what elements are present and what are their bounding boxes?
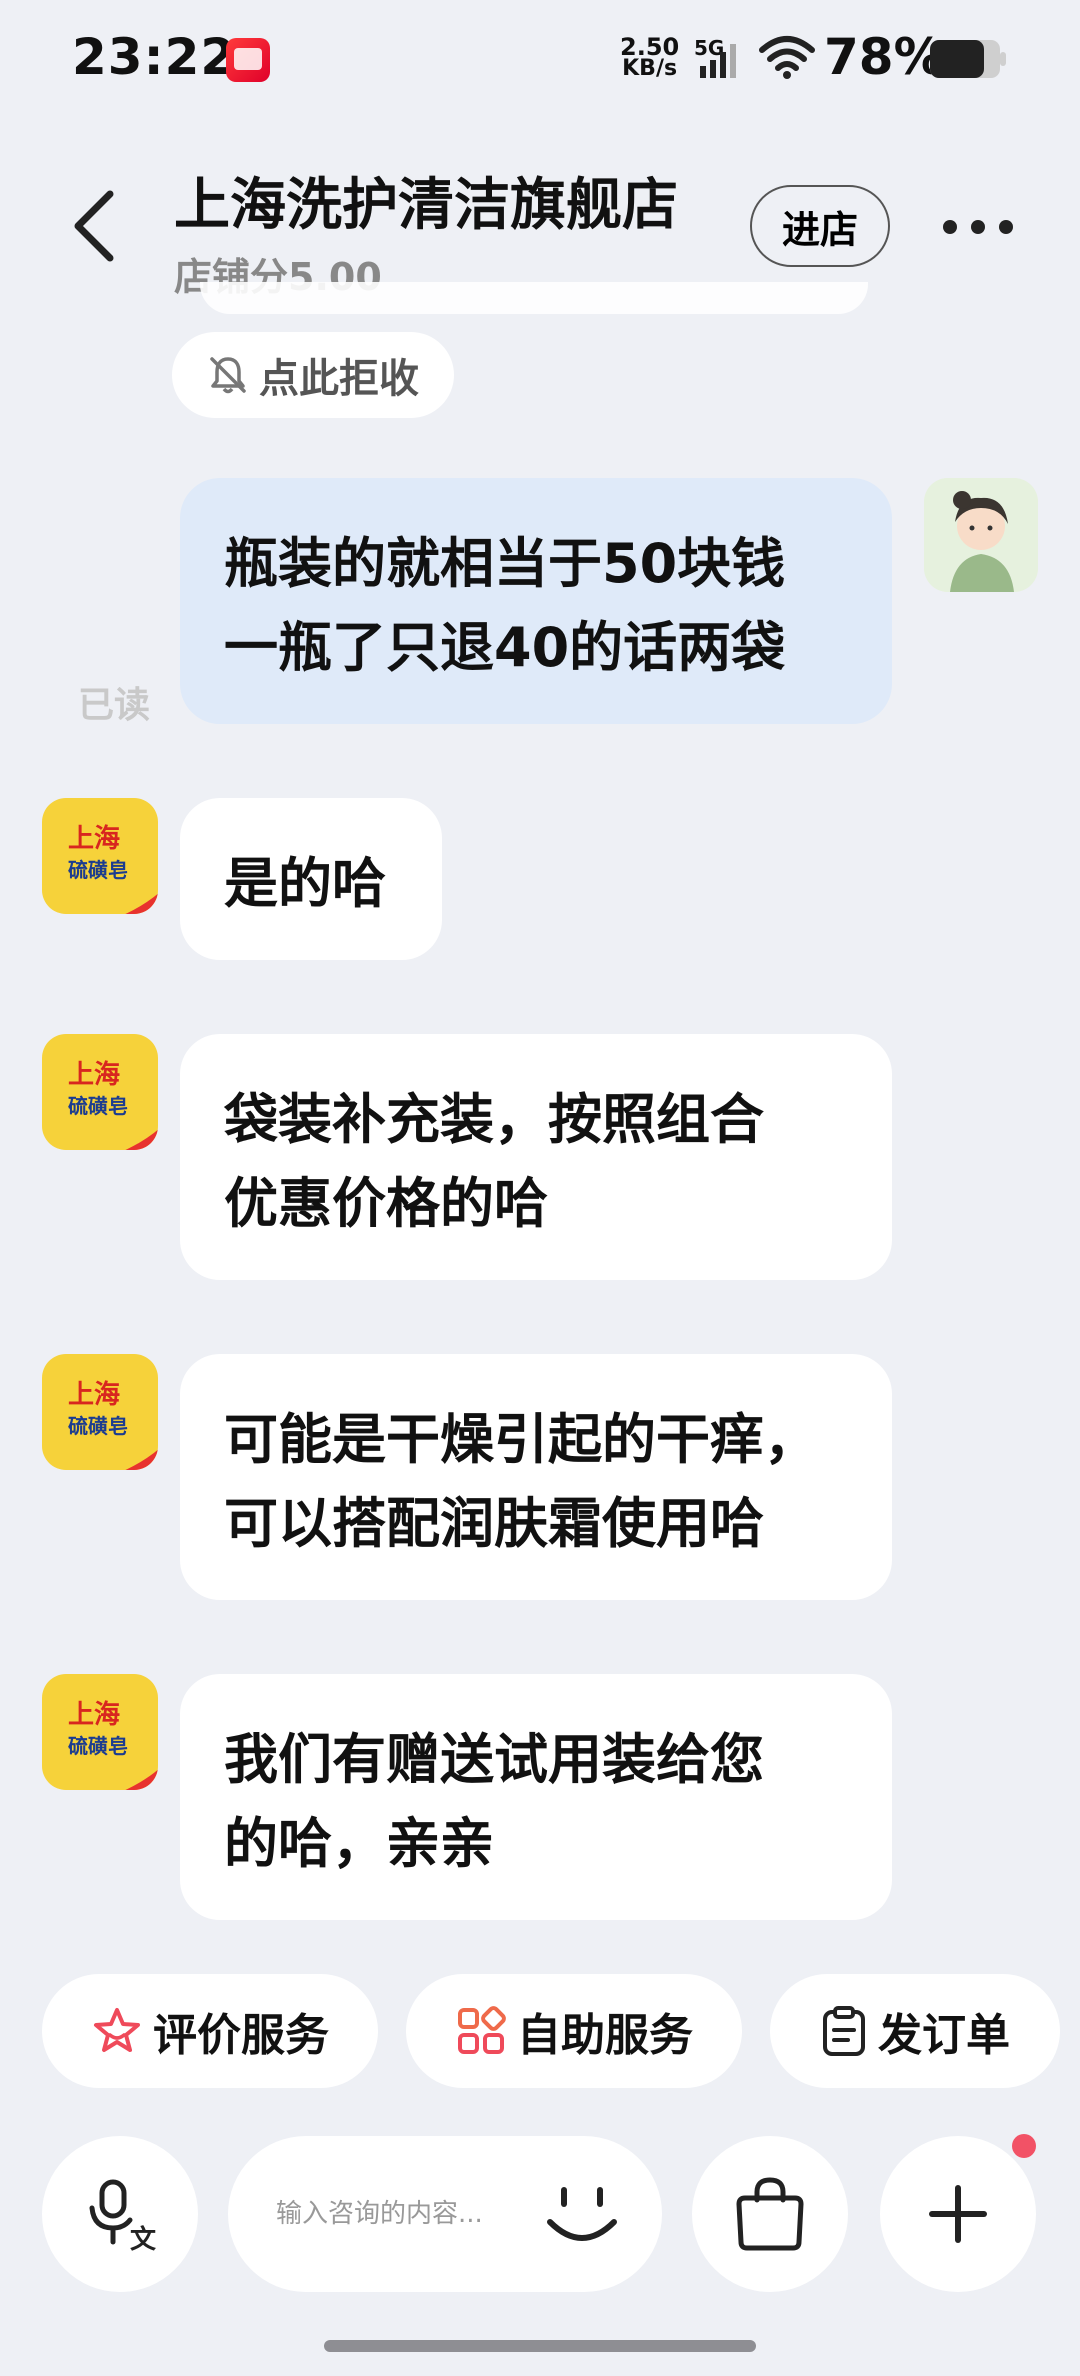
message-line: 可以搭配润肤霜使用哈	[224, 1492, 764, 1555]
shop-avatar[interactable]: 上海 硫磺皂	[42, 1354, 158, 1470]
more-dots-icon[interactable]	[940, 210, 1016, 244]
user-avatar[interactable]	[924, 478, 1038, 592]
previous-message-edge	[200, 282, 868, 314]
shop-message-bubble[interactable]: 可能是干燥引起的干痒， 可以搭配润肤霜使用哈	[180, 1354, 892, 1600]
svg-text:文: 文	[130, 2224, 157, 2254]
battery-percent: 78%	[824, 28, 944, 86]
more-functions-button[interactable]	[880, 2136, 1036, 2292]
shop-avatar-line1: 上海	[68, 1380, 121, 1410]
voice-input-button[interactable]: 文	[42, 2136, 198, 2292]
rate-service-button[interactable]: 评价服务	[42, 1974, 378, 2088]
rate-service-label: 评价服务	[153, 2010, 329, 2061]
shop-message-bubble[interactable]: 是的哈	[180, 798, 442, 960]
message-line: 袋装补充装，按照组合	[224, 1088, 764, 1151]
shop-avatar[interactable]: 上海 硫磺皂	[42, 1034, 158, 1150]
back-button[interactable]	[66, 186, 126, 266]
self-service-label: 自助服务	[517, 2010, 693, 2061]
shop-message-bubble[interactable]: 袋装补充装，按照组合 优惠价格的哈	[180, 1034, 892, 1280]
shop-avatar-line2: 硫磺皂	[68, 1734, 128, 1758]
grid-apps-icon	[458, 2006, 506, 2054]
message-line: 的哈，亲亲	[224, 1812, 494, 1875]
network-speed: 2.50 KB/s	[620, 33, 680, 81]
read-status: 已读	[78, 685, 151, 726]
self-service-button[interactable]: 自助服务	[406, 1974, 742, 2088]
message-line: 一瓶了只退40的话两袋	[224, 616, 786, 679]
battery-icon	[930, 40, 1006, 78]
enter-store-button[interactable]: 进店	[750, 185, 890, 267]
message-line: 是的哈	[224, 852, 386, 915]
shop-message-bubble[interactable]: 我们有赠送试用装给您 的哈，亲亲	[180, 1674, 892, 1920]
shop-avatar-line2: 硫磺皂	[68, 1094, 128, 1118]
send-order-label: 发订单	[878, 2010, 1010, 2061]
status-time: 23:22	[72, 28, 237, 86]
clipboard-icon	[823, 2006, 865, 2056]
star-outline-icon	[94, 2008, 140, 2052]
voice-translate-icon: 文	[89, 2179, 157, 2254]
message-line: 可能是干燥引起的干痒，	[224, 1408, 818, 1471]
shop-avatar-line2: 硫磺皂	[68, 858, 128, 882]
network-speed-unit: KB/s	[622, 56, 678, 81]
message-line: 优惠价格的哈	[224, 1172, 548, 1235]
my-message-bubble[interactable]: 瓶装的就相当于50块钱 一瓶了只退40的话两袋	[180, 478, 892, 724]
smile-icon[interactable]	[536, 2168, 628, 2260]
message-line: 我们有赠送试用装给您	[224, 1728, 764, 1791]
shop-avatar-line1: 上海	[68, 1060, 121, 1090]
signal-icon: 5G	[694, 36, 744, 80]
network-speed-value: 2.50	[620, 33, 680, 61]
plus-icon	[929, 2185, 987, 2243]
reject-notification-button[interactable]: 点此拒收	[172, 332, 454, 418]
wifi-icon	[759, 36, 815, 79]
notification-dot	[1012, 2134, 1036, 2158]
message-line: 瓶装的就相当于50块钱	[224, 532, 786, 595]
bell-off-icon	[210, 357, 246, 394]
home-indicator[interactable]	[324, 2340, 756, 2352]
shopping-app-icon	[226, 38, 270, 82]
send-order-button[interactable]: 发订单	[770, 1974, 1060, 2088]
shop-avatar-line2: 硫磺皂	[68, 1414, 128, 1438]
shopping-bag-button[interactable]	[692, 2136, 848, 2292]
shopping-bag-icon	[736, 2177, 804, 2251]
shop-avatar[interactable]: 上海 硫磺皂	[42, 1674, 158, 1790]
shop-title: 上海洗护清洁旗舰店	[174, 173, 678, 238]
shop-avatar-line1: 上海	[68, 1700, 121, 1730]
shop-avatar[interactable]: 上海 硫磺皂	[42, 798, 158, 914]
shop-avatar-line1: 上海	[68, 824, 121, 854]
reject-notification-label: 点此拒收	[259, 356, 419, 402]
